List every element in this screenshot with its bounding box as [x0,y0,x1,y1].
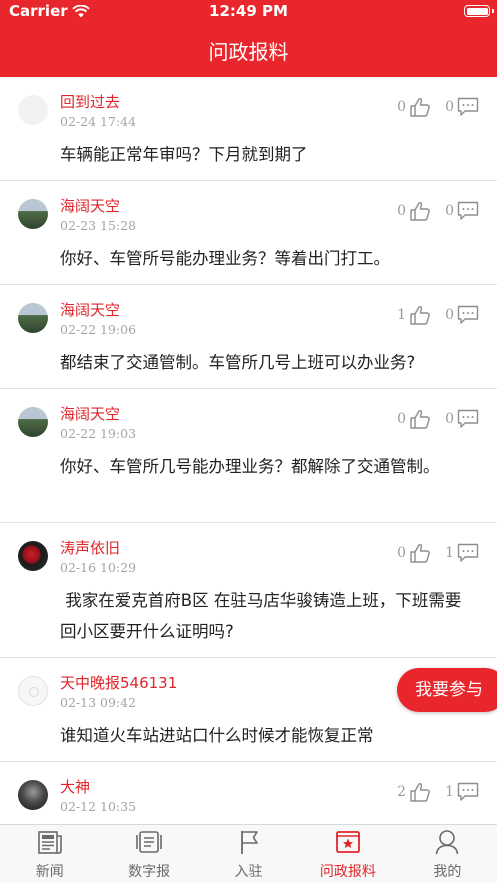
battery-icon [464,5,494,17]
status-bar: Carrier 12:49 PM [0,0,497,24]
post-actions: 0 1 [397,543,479,563]
post-time: 02-12 10:35 [60,799,137,814]
tab-bar: 新闻 数字报 入驻 问政报料 我的 [0,824,497,883]
thumbs-up-icon[interactable] [409,305,431,325]
post-username[interactable]: 回到过去 [60,91,120,112]
tab-label: 数字报 [128,864,171,880]
post-time: 02-13 09:42 [60,695,137,710]
tab-join[interactable]: 入驻 [199,825,298,883]
post-actions: 0 0 [397,97,479,117]
nav-bar: 问政报料 [0,24,497,77]
post-username[interactable]: 涛声依旧 [60,537,120,558]
post-username[interactable]: 海阔天空 [60,403,120,424]
comment-count: 1 [445,784,454,800]
tab-digital-paper[interactable]: 数字报 [99,825,198,883]
post-username[interactable]: 海阔天空 [60,195,120,216]
comment-count: 1 [445,545,454,561]
post-content: 你好、车管所几号能办理业务？都解除了交通管制。 [60,457,440,476]
thumbs-up-icon[interactable] [409,201,431,221]
post-item[interactable]: 海阔天空 02-23 15:28 0 0 你好、车管所号能办理业务？等着出门打工… [0,181,497,285]
post-time: 02-23 15:28 [60,218,137,233]
comment-icon[interactable] [457,543,479,563]
thumbs-up-icon[interactable] [409,409,431,429]
comment-icon[interactable] [457,201,479,221]
post-actions: 0 0 [397,201,479,221]
tab-profile[interactable]: 我的 [398,825,497,883]
page-title: 问政报料 [208,40,289,64]
post-username[interactable]: 海阔天空 [60,299,120,320]
like-count: 0 [397,545,407,561]
comment-icon[interactable] [457,97,479,117]
post-content: 我家在爱克首府B区 在驻马店华骏铸造上班，下班需要回小区要开什么证明吗? [60,591,462,641]
participate-button[interactable]: 我要参与 [397,668,497,712]
landscape-avatar[interactable] [18,199,48,229]
post-content: 都结束了交通管制。车管所几号上班可以办业务? [60,353,416,372]
like-count: 0 [397,99,407,115]
landscape-avatar[interactable] [18,303,48,333]
comment-count: 0 [445,203,454,219]
post-content: 你好、车管所号能办理业务？等着出门打工。 [60,249,390,268]
comment-count: 0 [445,99,454,115]
post-time: 02-24 17:44 [60,114,137,129]
post-username[interactable]: 天中晚报546131 [60,672,177,693]
post-actions: 0 0 [397,409,479,429]
tab-label: 新闻 [35,864,64,880]
post-item[interactable]: 海阔天空 02-22 19:06 1 0 都结束了交通管制。车管所几号上班可以办… [0,285,497,389]
tab-news[interactable]: 新闻 [0,825,99,883]
comment-icon[interactable] [457,782,479,802]
like-count: 1 [397,307,407,323]
tab-label: 我的 [433,864,462,880]
like-count: 0 [397,411,407,427]
post-item[interactable]: 海阔天空 02-22 19:03 0 0 你好、车管所几号能办理业务？都解除了交… [0,389,497,523]
comment-count: 0 [445,307,454,323]
comment-icon[interactable] [457,409,479,429]
post-time: 02-22 19:03 [60,426,137,441]
post-content: 车辆能正常年审吗？下月就到期了 [60,145,308,164]
post-actions: 1 0 [397,305,479,325]
post-time: 02-16 10:29 [60,560,137,575]
tab-label: 入驻 [234,864,263,880]
post-content: 谁知道火车站进站口什么时候才能恢复正常 [60,726,374,745]
landscape-avatar[interactable] [18,407,48,437]
post-actions: 2 1 [397,782,479,802]
tab-label: 问政报料 [319,864,376,880]
profile-icon [436,830,459,855]
comment-icon[interactable] [457,305,479,325]
report-icon [336,831,360,853]
thumbs-up-icon[interactable] [409,782,431,802]
like-count: 0 [397,203,407,219]
post-item[interactable]: 回到过去 02-24 17:44 0 0 车辆能正常年审吗？下月就到期了 [0,77,497,181]
post-username[interactable]: 大神 [60,776,90,797]
thumbs-up-icon[interactable] [409,543,431,563]
digital-paper-icon [136,831,162,853]
post-time: 02-22 19:06 [60,322,137,337]
tab-report[interactable]: 问政报料 [298,825,397,883]
post-item[interactable]: 涛声依旧 02-16 10:29 0 1 我家在爱克首府B区 在驻马店华骏铸造上… [0,523,497,658]
moon-avatar[interactable] [18,676,48,706]
post-item[interactable]: 大神 02-12 10:35 2 1 [0,762,497,824]
blank-avatar[interactable] [18,95,48,125]
status-time: 12:49 PM [209,2,288,20]
rose-avatar[interactable] [18,541,48,571]
like-count: 2 [397,784,407,800]
comment-count: 0 [445,411,454,427]
thumbs-up-icon[interactable] [409,97,431,117]
flag-icon [240,831,258,854]
person-avatar[interactable] [18,780,48,810]
newspaper-icon [37,831,62,854]
